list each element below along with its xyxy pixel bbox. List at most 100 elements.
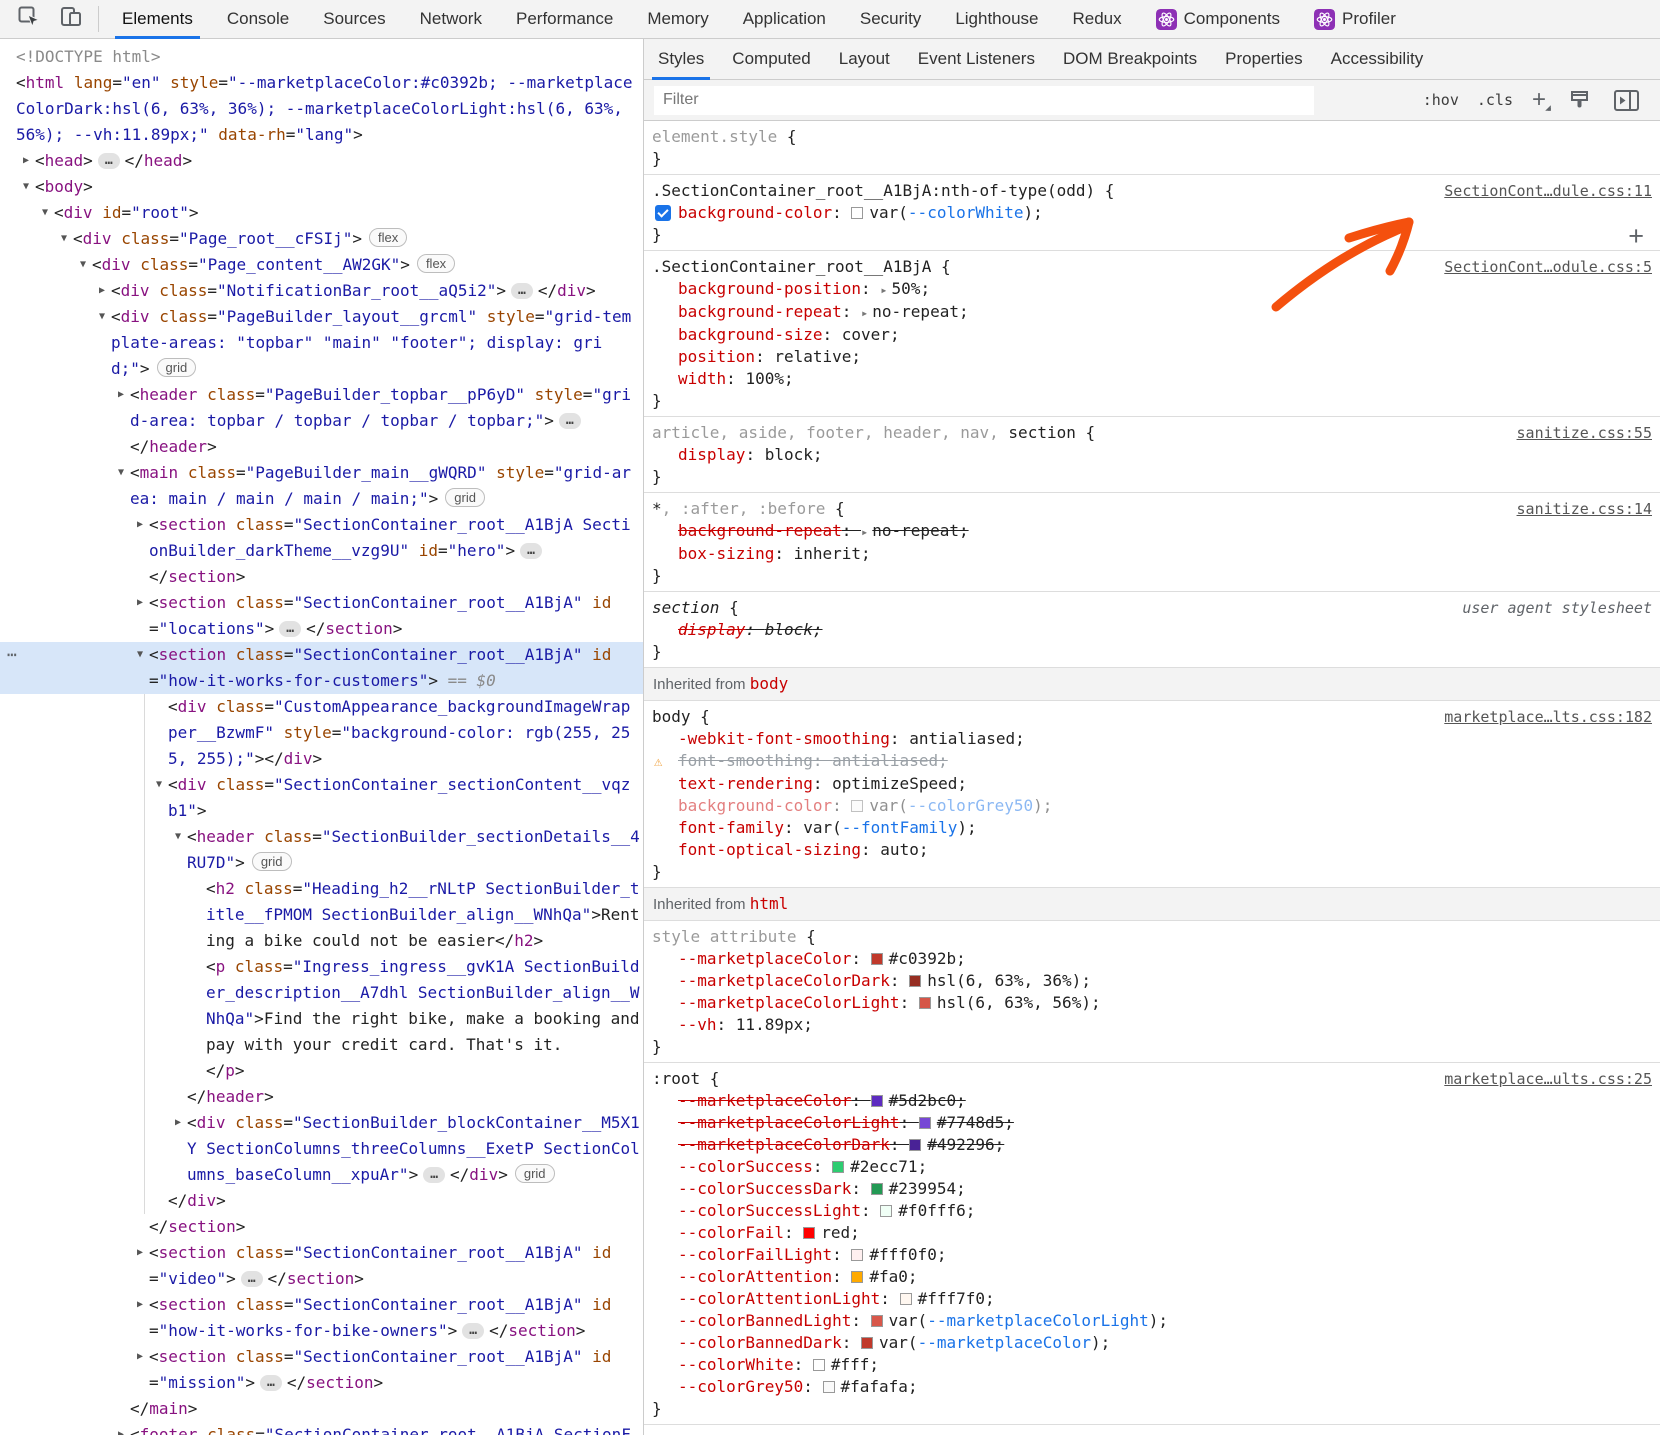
css-property[interactable]: --marketplaceColor: #c0392b;: [652, 948, 1652, 970]
css-property[interactable]: position: relative;: [652, 346, 1652, 368]
styles-filter-input[interactable]: [654, 86, 1314, 115]
twisty-icon[interactable]: ▶: [171, 1110, 185, 1136]
toggle-hover-state-button[interactable]: :hov: [1423, 91, 1459, 109]
dom-node[interactable]: </header>: [0, 1084, 644, 1110]
twisty-icon[interactable]: ▼: [152, 772, 166, 798]
twisty-icon[interactable]: ▼: [95, 304, 109, 330]
tab-security[interactable]: Security: [843, 0, 938, 38]
css-property[interactable]: background-size: cover;: [652, 324, 1652, 346]
css-property[interactable]: --colorAttention: #fa0;: [652, 1266, 1652, 1288]
dom-node[interactable]: ▶<section class="SectionContainer_root__…: [0, 512, 644, 564]
css-var-link[interactable]: --colorWhite: [908, 203, 1024, 222]
property-checkbox[interactable]: [655, 205, 671, 221]
color-swatch[interactable]: [851, 1249, 863, 1261]
dom-node[interactable]: ▶<footer class="SectionContainer_root__A…: [0, 1422, 644, 1435]
styles-tab-dom-breakpoints[interactable]: DOM Breakpoints: [1049, 39, 1211, 79]
twisty-icon[interactable]: ▼: [19, 174, 33, 200]
dom-node[interactable]: ▼<body>: [0, 174, 644, 200]
color-swatch[interactable]: [909, 1139, 921, 1151]
ellipsis-expander-icon[interactable]: …: [559, 413, 581, 429]
dom-node[interactable]: </div>: [0, 1188, 644, 1214]
tab-application[interactable]: Application: [726, 0, 843, 38]
css-property[interactable]: --colorBannedDark: var(--marketplaceColo…: [652, 1332, 1652, 1354]
twisty-icon[interactable]: ▼: [76, 252, 90, 278]
css-property[interactable]: --marketplaceColorLight: #7748d5;: [652, 1112, 1652, 1134]
css-property[interactable]: background-color: var(--colorWhite);: [652, 202, 1652, 224]
inspect-element-icon[interactable]: [16, 4, 42, 35]
css-property[interactable]: font-optical-sizing: auto;: [652, 839, 1652, 861]
ellipsis-expander-icon[interactable]: …: [423, 1167, 445, 1183]
styles-tab-layout[interactable]: Layout: [825, 39, 904, 79]
color-swatch[interactable]: [909, 975, 921, 987]
css-property[interactable]: -webkit-font-smoothing: antialiased;: [652, 728, 1652, 750]
dom-node[interactable]: ▶<div class="SectionBuilder_blockContain…: [0, 1110, 644, 1188]
dom-node[interactable]: ▼<main class="PageBuilder_main__gWQRD" s…: [0, 460, 644, 512]
rendering-emulation-icon[interactable]: [1566, 87, 1593, 113]
tab-performance[interactable]: Performance: [499, 0, 630, 38]
color-swatch[interactable]: [919, 1117, 931, 1129]
color-swatch[interactable]: [851, 207, 863, 219]
dom-node[interactable]: ▼<div id="root">: [0, 200, 644, 226]
styles-tab-properties[interactable]: Properties: [1211, 39, 1316, 79]
color-swatch[interactable]: [871, 1315, 883, 1327]
twisty-icon[interactable]: ▶: [133, 512, 147, 538]
new-style-rule-toolbar-button[interactable]: +: [1532, 86, 1546, 114]
css-property[interactable]: background-position: ▸50%;: [652, 278, 1652, 301]
twisty-icon[interactable]: ▶: [19, 148, 33, 174]
css-property[interactable]: --colorWhite: #fff;: [652, 1354, 1652, 1376]
expand-value-icon[interactable]: ▸: [861, 306, 868, 320]
ellipsis-expander-icon[interactable]: …: [520, 543, 542, 559]
css-property[interactable]: --colorSuccessLight: #f0fff6;: [652, 1200, 1652, 1222]
dom-node[interactable]: ▶<section class="SectionContainer_root__…: [0, 1344, 644, 1396]
css-property[interactable]: --colorFailLight: #fff0f0;: [652, 1244, 1652, 1266]
ellipsis-expander-icon[interactable]: …: [462, 1323, 484, 1339]
css-property[interactable]: width: 100%;: [652, 368, 1652, 390]
css-property[interactable]: --marketplaceColor: #5d2bc0;: [652, 1090, 1652, 1112]
stylesheet-link[interactable]: marketplace…ults.css:25: [1444, 1068, 1652, 1090]
stylesheet-link[interactable]: SectionCont…dule.css:11: [1444, 180, 1652, 202]
css-property[interactable]: --colorAttentionLight: #fff7f0;: [652, 1288, 1652, 1310]
color-swatch[interactable]: [813, 1359, 825, 1371]
dom-node[interactable]: </main>: [0, 1396, 644, 1422]
styles-tab-accessibility[interactable]: Accessibility: [1317, 39, 1438, 79]
color-swatch[interactable]: [871, 1095, 883, 1107]
tab-elements[interactable]: Elements: [105, 0, 210, 38]
dom-node-selected[interactable]: ⋯▼<section class="SectionContainer_root_…: [0, 642, 644, 694]
styles-tab-event-listeners[interactable]: Event Listeners: [904, 39, 1049, 79]
tab-components[interactable]: Components: [1139, 0, 1297, 38]
color-swatch[interactable]: [823, 1381, 835, 1393]
css-property[interactable]: --colorSuccessDark: #239954;: [652, 1178, 1652, 1200]
twisty-icon[interactable]: ▶: [95, 278, 109, 304]
styles-tab-computed[interactable]: Computed: [718, 39, 824, 79]
dom-node[interactable]: <div class="CustomAppearance_backgroundI…: [0, 694, 644, 772]
new-style-rule-button[interactable]: +: [1628, 221, 1644, 252]
node-link[interactable]: body: [750, 674, 789, 693]
color-swatch[interactable]: [900, 1293, 912, 1305]
css-var-link[interactable]: --fontFamily: [842, 818, 958, 837]
css-var-link[interactable]: --marketplaceColor: [918, 1333, 1091, 1352]
dom-node[interactable]: ▶<section class="SectionContainer_root__…: [0, 590, 644, 642]
dom-node[interactable]: <p class="Ingress_ingress__gvK1A Section…: [0, 954, 644, 1058]
dom-node[interactable]: ▼<header class="SectionBuilder_sectionDe…: [0, 824, 644, 876]
layout-badge-grid[interactable]: grid: [252, 852, 292, 871]
ellipsis-expander-icon[interactable]: …: [279, 621, 301, 637]
css-property[interactable]: --colorSuccess: #2ecc71;: [652, 1156, 1652, 1178]
dom-node[interactable]: <html lang="en" style="--marketplaceColo…: [0, 70, 644, 148]
css-property[interactable]: --marketplaceColorLight: hsl(6, 63%, 56%…: [652, 992, 1652, 1014]
css-property[interactable]: box-sizing: inherit;: [652, 543, 1652, 565]
dom-node[interactable]: <!DOCTYPE html>: [0, 44, 644, 70]
css-property[interactable]: background-color: var(--colorGrey50);: [652, 795, 1652, 817]
tab-redux[interactable]: Redux: [1056, 0, 1139, 38]
color-swatch[interactable]: [871, 1183, 883, 1195]
css-property[interactable]: --marketplaceColorDark: hsl(6, 63%, 36%)…: [652, 970, 1652, 992]
css-property[interactable]: text-rendering: optimizeSpeed;: [652, 773, 1652, 795]
dom-node[interactable]: ▶<header class="PageBuilder_topbar__pP6y…: [0, 382, 644, 434]
ellipsis-expander-icon[interactable]: …: [260, 1375, 282, 1391]
stylesheet-link[interactable]: sanitize.css:55: [1517, 422, 1652, 444]
dom-node[interactable]: </p>: [0, 1058, 644, 1084]
dom-node[interactable]: <h2 class="Heading_h2__rNLtP SectionBuil…: [0, 876, 644, 954]
dom-node[interactable]: ▼<div class="Page_root__cFSIj">flex: [0, 226, 644, 252]
css-var-link[interactable]: --colorGrey50: [908, 796, 1033, 815]
twisty-icon[interactable]: ▶: [133, 590, 147, 616]
dom-node[interactable]: ▼<div class="Page_content__AW2GK">flex: [0, 252, 644, 278]
